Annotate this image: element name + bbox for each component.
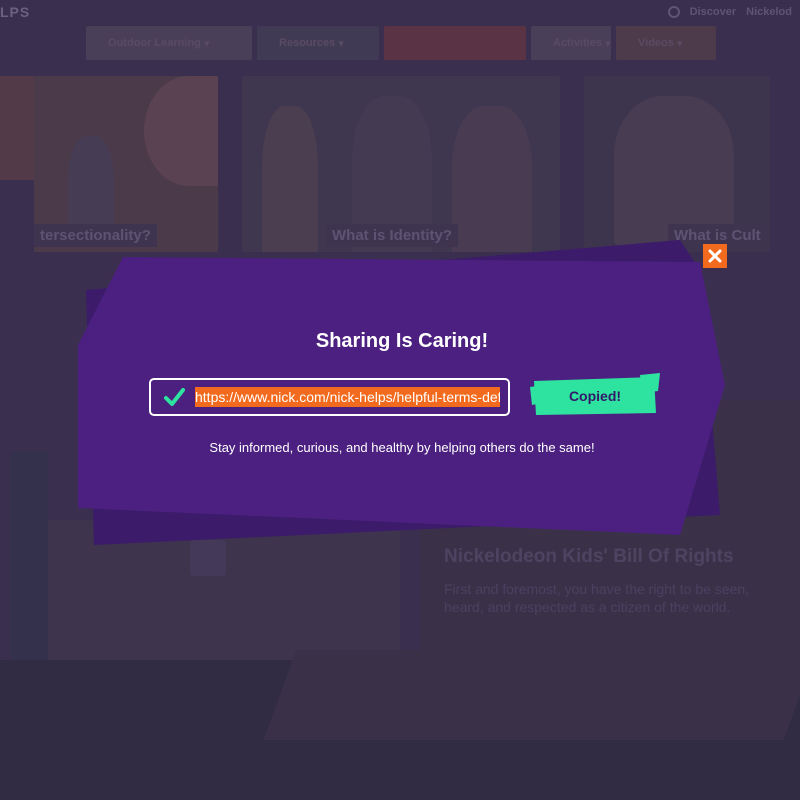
- check-icon: [164, 388, 185, 406]
- modal-title: Sharing Is Caring!: [315, 330, 489, 352]
- close-icon: [708, 249, 722, 263]
- share-url-text[interactable]: https://www.nick.com/nick-helps/helpful-…: [195, 387, 500, 407]
- share-modal: Sharing Is Caring! https://www.nick.com/…: [0, 0, 800, 800]
- close-button[interactable]: [703, 244, 727, 268]
- modal-subtitle: Stay informed, curious, and healthy by h…: [209, 440, 595, 455]
- copy-button-label: Copied!: [568, 388, 622, 404]
- copy-link-button[interactable]: Copied!: [530, 373, 660, 419]
- share-url-field[interactable]: https://www.nick.com/nick-helps/helpful-…: [149, 378, 510, 416]
